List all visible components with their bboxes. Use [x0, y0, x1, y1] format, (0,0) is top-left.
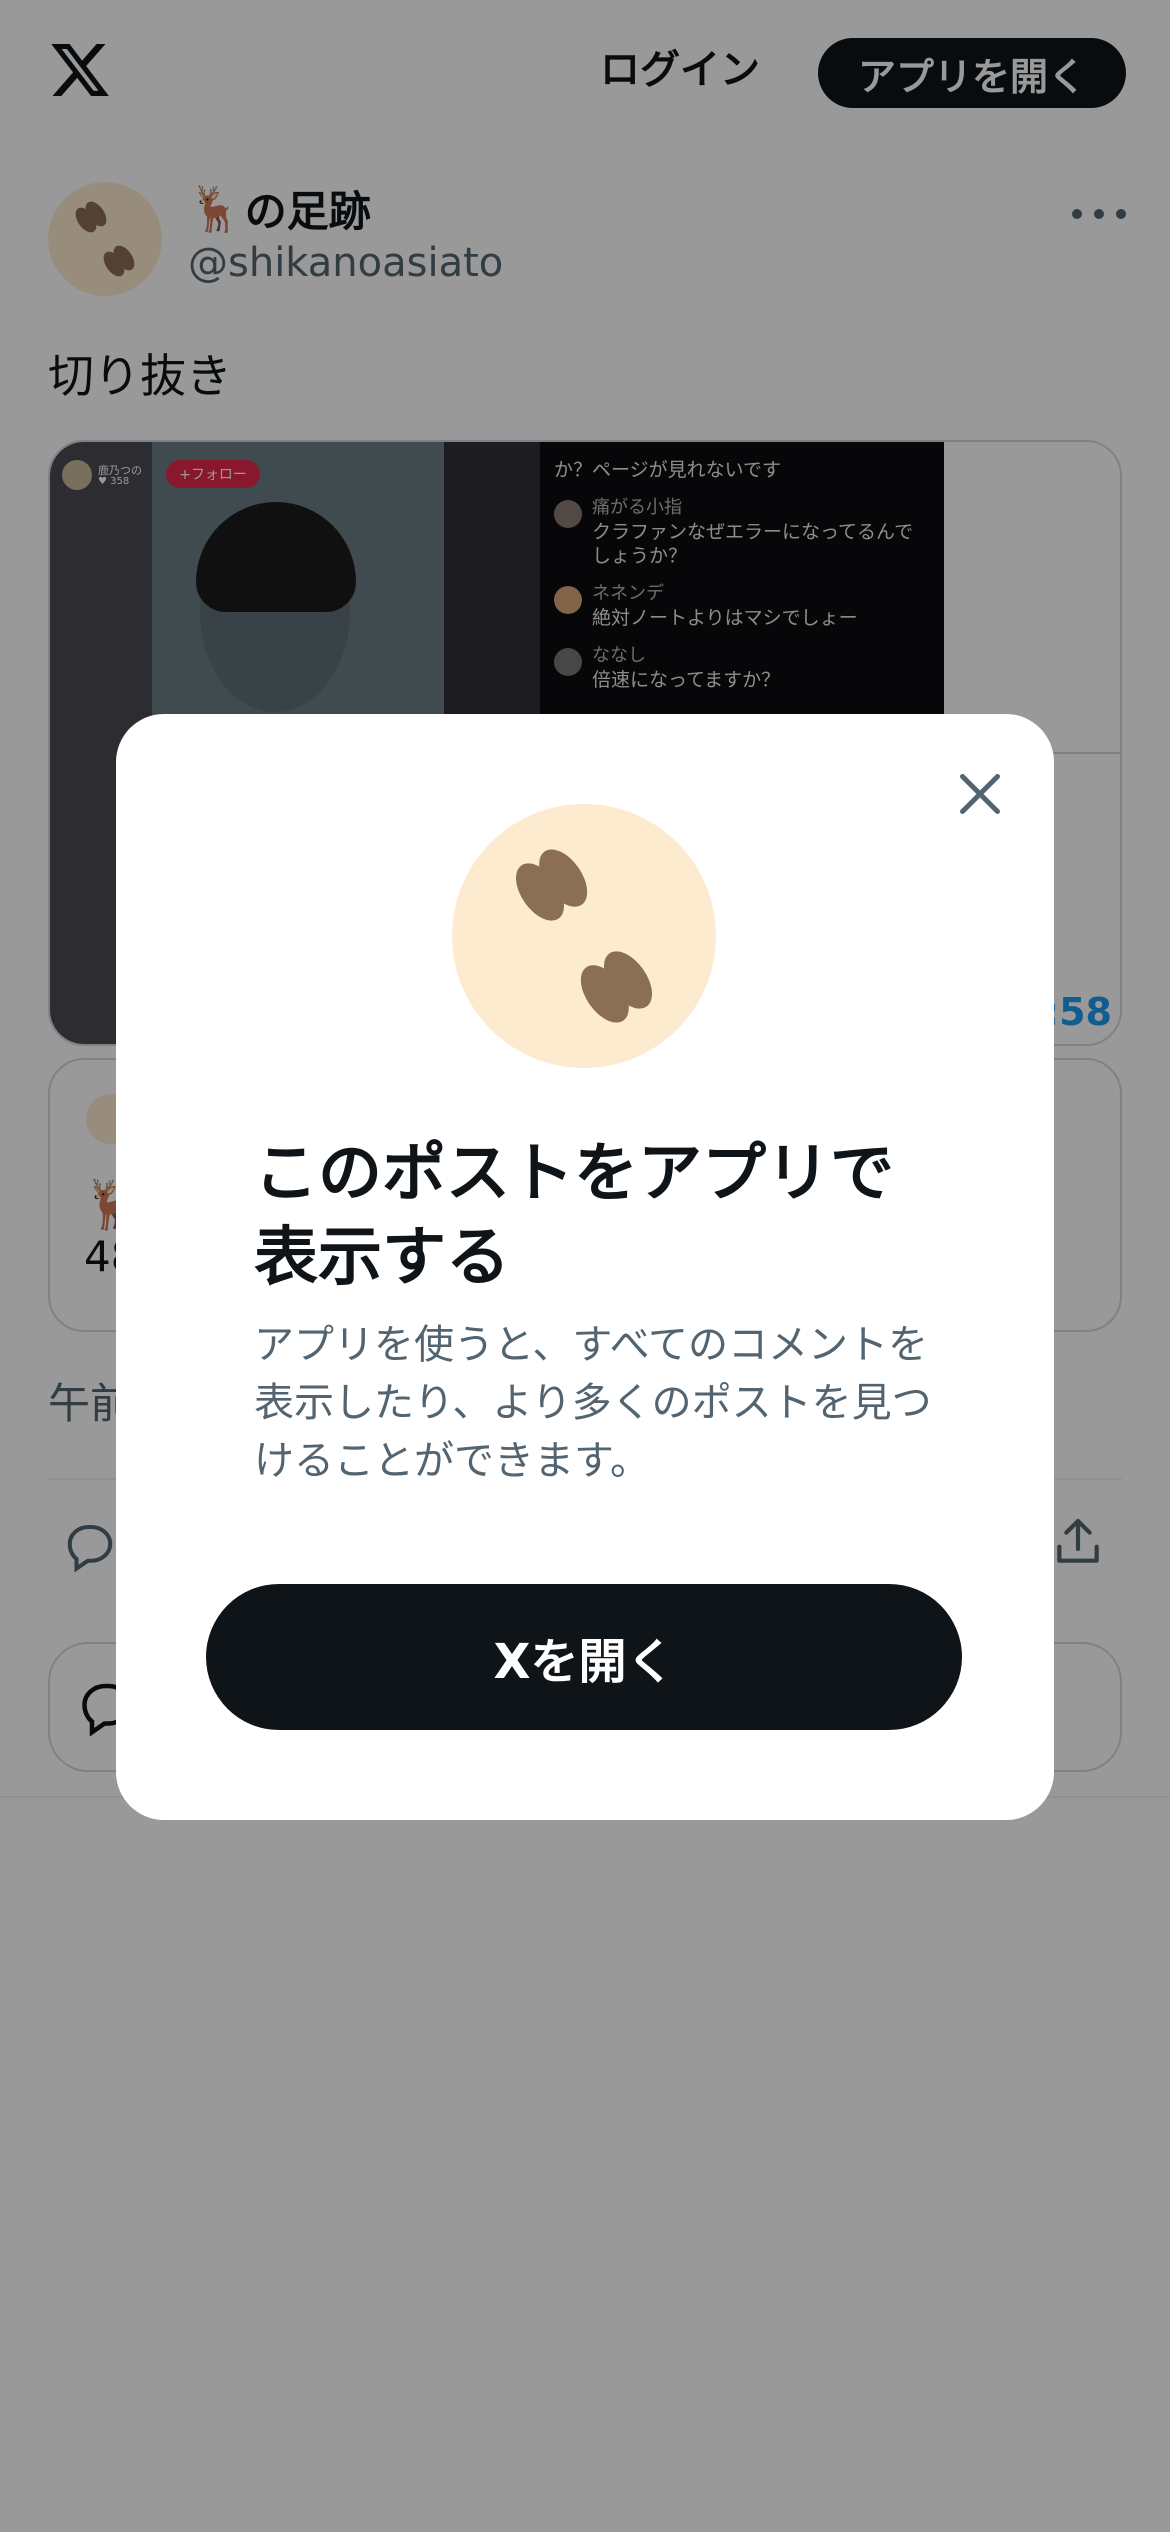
modal-description: アプリを使うと、すべてのコメントを表示したり、より多くのポストを見つけることがで…: [254, 1322, 932, 1484]
open-x-button[interactable]: Xを開く: [206, 1584, 962, 1730]
open-in-app-modal: このポストをアプリで表示する アプリを使うと、すべてのコメントを表示したり、より…: [116, 714, 1054, 1820]
modal-title: このポストをアプリで表示する: [254, 1137, 894, 1295]
modal-avatar: [452, 804, 716, 1068]
close-icon[interactable]: [950, 764, 1010, 824]
hoofprint-icon: [515, 849, 653, 1023]
